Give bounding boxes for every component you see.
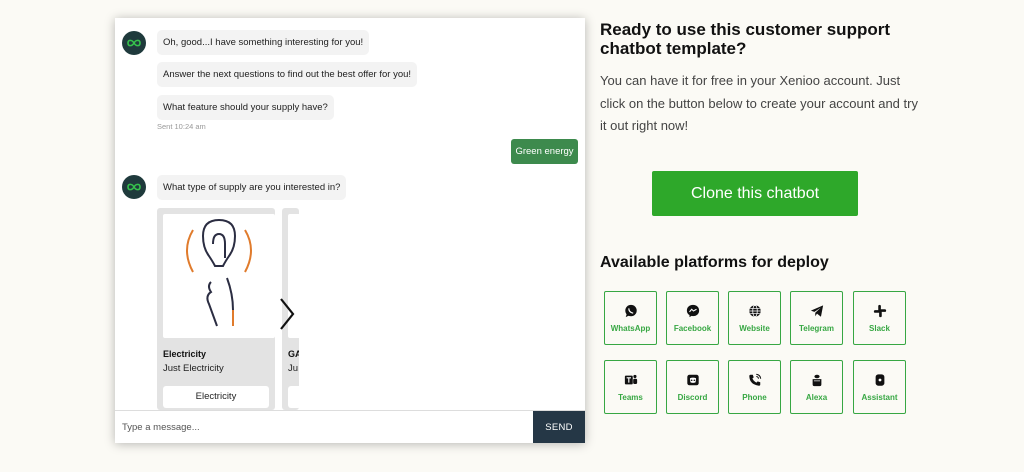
platform-alexa[interactable]: Alexa <box>790 360 843 414</box>
platform-label: Website <box>739 324 770 333</box>
message-timestamp: Sent 10:24 am <box>157 122 206 131</box>
platform-teams[interactable]: Teams <box>604 360 657 414</box>
phone-icon <box>748 373 761 386</box>
platform-whatsapp[interactable]: WhatsApp <box>604 291 657 345</box>
chat-composer: SEND <box>115 410 585 443</box>
card-subtitle: Just Electricity <box>163 363 224 374</box>
platforms-heading: Available platforms for deploy <box>600 254 829 271</box>
platform-facebook[interactable]: Facebook <box>666 291 719 345</box>
telegram-icon <box>810 305 823 317</box>
user-message: Green energy <box>511 139 578 164</box>
bot-message: What feature should your supply have? <box>157 95 334 120</box>
platform-label: Alexa <box>805 393 828 402</box>
card-option-button[interactable] <box>288 386 299 408</box>
platform-label: Teams <box>618 393 643 402</box>
teams-icon <box>624 374 637 385</box>
bot-message: Answer the next questions to find out th… <box>157 62 418 87</box>
bot-avatar <box>122 31 146 55</box>
chat-messages[interactable]: Oh, good...I have something interesting … <box>115 18 585 410</box>
messenger-icon <box>686 304 699 318</box>
message-input[interactable] <box>115 411 533 443</box>
card-title: GA <box>288 349 299 359</box>
platform-slack[interactable]: Slack <box>853 291 906 345</box>
carousel-next-arrow-icon[interactable] <box>277 296 297 332</box>
platform-label: Facebook <box>673 324 712 333</box>
bot-message: Oh, good...I have something interesting … <box>157 30 370 55</box>
infinity-icon <box>127 39 141 47</box>
card-subtitle: Ju <box>288 363 299 374</box>
platform-label: Slack <box>869 324 890 333</box>
electricity-icon <box>186 218 252 327</box>
carousel-card: Electricity Just Electricity Electricity <box>157 208 275 410</box>
platform-label: Phone <box>742 393 767 402</box>
clone-chatbot-button[interactable]: Clone this chatbot <box>652 171 858 216</box>
alexa-icon <box>812 374 821 387</box>
platform-assistant[interactable]: Assistant <box>853 360 906 414</box>
card-title: Electricity <box>163 349 207 359</box>
infinity-icon <box>127 183 141 191</box>
globe-icon <box>748 304 761 318</box>
description: You can have it for free in your Xenioo … <box>600 73 918 133</box>
card-option-button[interactable]: Electricity <box>163 386 269 408</box>
bot-avatar <box>122 175 146 199</box>
whatsapp-icon <box>624 304 637 318</box>
platform-telegram[interactable]: Telegram <box>790 291 843 345</box>
chat-widget: Oh, good...I have something interesting … <box>115 18 585 443</box>
platform-label: Telegram <box>799 324 834 333</box>
bot-message: What type of supply are you interested i… <box>157 175 347 200</box>
platform-website[interactable]: Website <box>728 291 781 345</box>
platform-label: Discord <box>677 393 708 402</box>
slack-icon <box>873 304 886 318</box>
send-button[interactable]: SEND <box>533 411 585 443</box>
platform-phone[interactable]: Phone <box>728 360 781 414</box>
discord-icon <box>686 374 699 386</box>
platform-discord[interactable]: Discord <box>666 360 719 414</box>
platform-label: Assistant <box>861 393 898 402</box>
assistant-icon <box>875 374 884 386</box>
page-title: Ready to use this customer support chatb… <box>600 20 890 58</box>
platform-label: WhatsApp <box>610 324 651 333</box>
card-image <box>163 214 275 338</box>
